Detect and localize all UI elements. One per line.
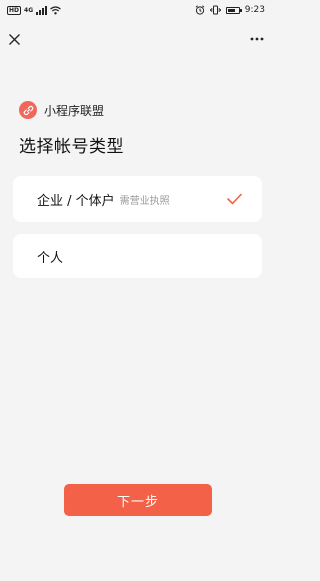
more-horizontal-icon — [250, 37, 264, 41]
brand: 小程序联盟 — [19, 101, 104, 119]
option-enterprise[interactable]: 企业 / 个体户 需营业执照 — [13, 176, 262, 222]
nav-bar — [0, 24, 275, 54]
option-personal[interactable]: 个人 — [13, 234, 262, 278]
brand-logo — [19, 101, 37, 119]
option-label: 个人 — [37, 250, 64, 266]
battery-fill — [227, 8, 236, 12]
page-title: 选择帐号类型 — [19, 137, 124, 157]
vibrate-icon — [209, 5, 221, 15]
close-button[interactable] — [4, 29, 24, 49]
alarm-icon — [195, 5, 205, 15]
status-left: HD 4G — [7, 5, 61, 15]
close-icon — [8, 33, 20, 45]
status-right: 9:23 — [195, 5, 265, 15]
signal-icon — [36, 5, 48, 15]
next-button[interactable]: 下一步 — [64, 484, 212, 516]
status-bar: HD 4G 9:23 — [0, 0, 275, 20]
hd-badge: HD — [7, 5, 22, 15]
check-icon — [226, 191, 242, 207]
status-time: 9:23 — [244, 5, 265, 15]
more-button[interactable] — [247, 29, 267, 49]
option-sublabel: 需营业执照 — [119, 195, 170, 207]
battery-icon — [225, 6, 242, 14]
option-label: 企业 / 个体户 — [37, 193, 115, 209]
wifi-icon — [50, 5, 61, 14]
link-icon — [23, 105, 33, 115]
network-label: 4G — [24, 6, 34, 14]
brand-name: 小程序联盟 — [44, 103, 105, 118]
